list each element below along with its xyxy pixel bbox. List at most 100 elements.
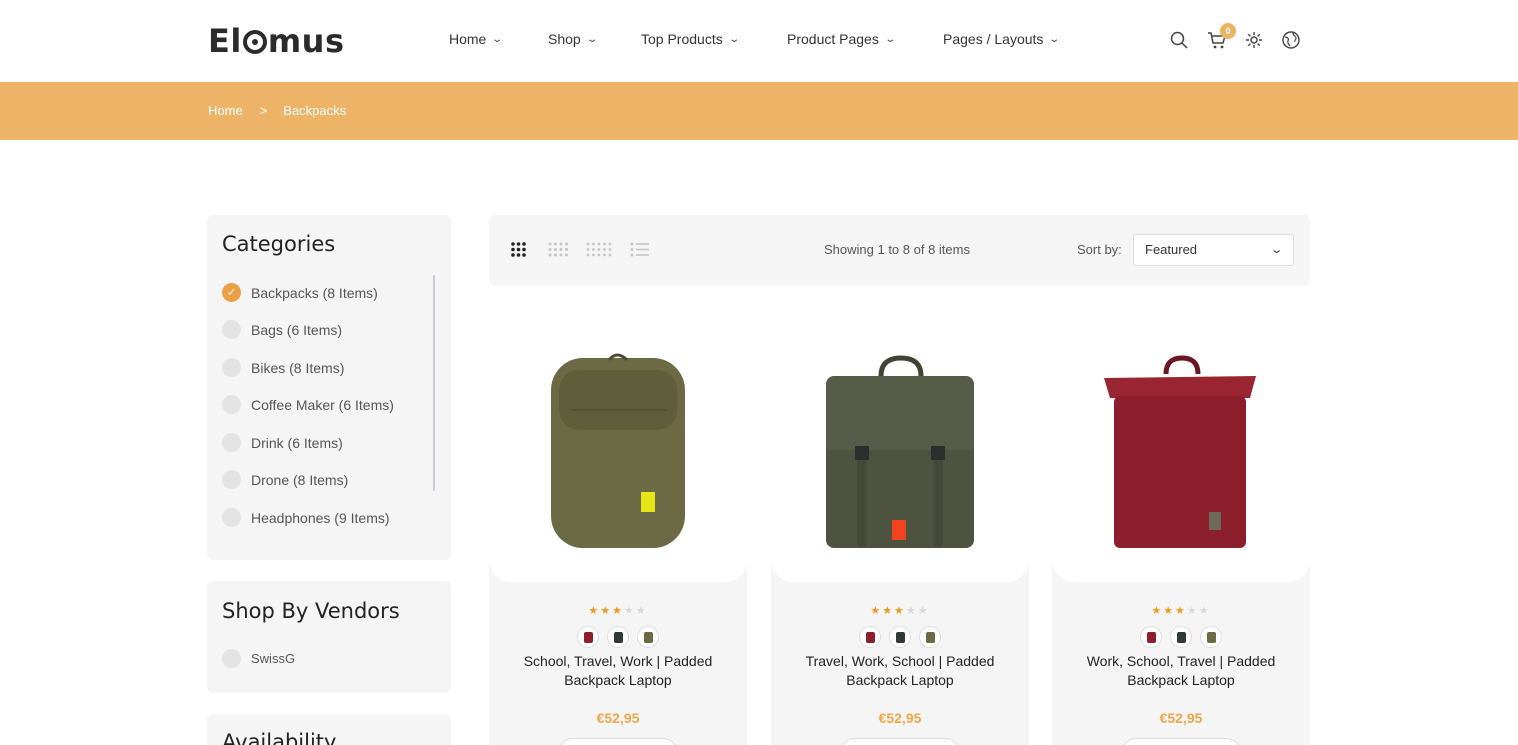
logo-text-end: mus bbox=[267, 22, 345, 60]
category-item-drone[interactable]: Drone (8 Items) bbox=[222, 470, 348, 489]
product-title[interactable]: School, Travel, Work | Padded Backpack L… bbox=[509, 652, 727, 690]
grid-3-icon[interactable] bbox=[511, 242, 526, 262]
search-icon[interactable] bbox=[1168, 29, 1190, 51]
swatch-olive[interactable] bbox=[919, 626, 941, 648]
availability-title: Availability bbox=[222, 730, 337, 745]
nav-label: Home bbox=[449, 31, 487, 47]
color-swatches bbox=[1052, 626, 1310, 648]
vendor-item-swissg[interactable]: SwissG bbox=[222, 649, 295, 668]
product-title[interactable]: Work, School, Travel | Padded Backpack L… bbox=[1072, 652, 1290, 690]
rating-stars: ★★★★★ bbox=[870, 605, 930, 617]
site-header: El mus Home ⌄ Shop ⌄ Top Products ⌄ Product … bbox=[0, 0, 1518, 82]
sort-label: Sort by: bbox=[1077, 242, 1122, 257]
radio-icon bbox=[222, 320, 241, 339]
category-item-backpacks[interactable]: ✓ Backpacks (8 Items) bbox=[222, 283, 378, 302]
sort-value: Featured bbox=[1145, 242, 1198, 257]
vendor-label: SwissG bbox=[251, 651, 296, 666]
product-price: €52,95 bbox=[1159, 710, 1203, 726]
results-count: Showing 1 to 8 of 8 items bbox=[824, 242, 970, 257]
swatch-olive[interactable] bbox=[1200, 626, 1222, 648]
radio-icon bbox=[222, 470, 241, 489]
nav-label: Shop bbox=[548, 31, 581, 47]
swatch-dark[interactable] bbox=[889, 626, 911, 648]
category-label: Headphones (9 Items) bbox=[251, 509, 390, 526]
vendors-title: Shop By Vendors bbox=[222, 599, 400, 623]
category-item-bikes[interactable]: Bikes (8 Items) bbox=[222, 358, 344, 377]
list-icon[interactable] bbox=[630, 242, 649, 262]
chevron-down-icon: ⌄ bbox=[884, 33, 896, 45]
category-label: Coffee Maker (6 Items) bbox=[251, 396, 394, 413]
chevron-down-icon: ⌄ bbox=[1269, 244, 1284, 256]
category-label: Backpacks (8 Items) bbox=[251, 284, 378, 301]
logo-text-start: El bbox=[208, 22, 242, 60]
product-card[interactable]: ★★★★★ Work, School, Travel | Padded Back… bbox=[1052, 300, 1310, 745]
product-card[interactable]: ★★★★★ Travel, Work, School | Padded Back… bbox=[771, 300, 1029, 745]
product-image[interactable] bbox=[489, 300, 747, 582]
nav-product-pages[interactable]: Product Pages ⌄ bbox=[787, 31, 896, 47]
radio-icon bbox=[222, 649, 241, 668]
swatch-red[interactable] bbox=[859, 626, 881, 648]
grid-5-icon[interactable] bbox=[586, 242, 612, 262]
product-toolbar: Showing 1 to 8 of 8 items Sort by: Featu… bbox=[489, 215, 1310, 286]
site-logo[interactable]: El mus bbox=[208, 22, 345, 60]
breadcrumb-bar: Home > Backpacks bbox=[0, 82, 1518, 140]
chevron-down-icon: ⌄ bbox=[728, 33, 740, 45]
nav-top-products[interactable]: Top Products ⌄ bbox=[641, 31, 740, 47]
swatch-red[interactable] bbox=[577, 626, 599, 648]
settings-icon[interactable] bbox=[1243, 29, 1265, 51]
nav-shop[interactable]: Shop ⌄ bbox=[548, 31, 598, 47]
breadcrumb-home[interactable]: Home bbox=[208, 103, 243, 118]
checked-icon: ✓ bbox=[222, 283, 241, 302]
radio-icon bbox=[222, 433, 241, 452]
chevron-down-icon: ⌄ bbox=[586, 33, 598, 45]
category-label: Drone (8 Items) bbox=[251, 471, 349, 488]
product-image[interactable] bbox=[1052, 300, 1310, 582]
radio-icon bbox=[222, 395, 241, 414]
swatch-dark[interactable] bbox=[607, 626, 629, 648]
breadcrumb: Home > Backpacks bbox=[208, 103, 346, 118]
product-card[interactable]: ★★★★★ School, Travel, Work | Padded Back… bbox=[489, 300, 747, 745]
add-to-cart-button[interactable] bbox=[840, 738, 960, 745]
product-price: €52,95 bbox=[596, 710, 640, 726]
product-price: €52,95 bbox=[878, 710, 922, 726]
color-swatches bbox=[771, 626, 1029, 648]
add-to-cart-button[interactable] bbox=[1121, 738, 1241, 745]
product-title[interactable]: Travel, Work, School | Padded Backpack L… bbox=[791, 652, 1009, 690]
radio-icon bbox=[222, 358, 241, 377]
category-scrollbar[interactable] bbox=[433, 275, 435, 491]
add-to-cart-button[interactable] bbox=[558, 738, 678, 745]
sort-select[interactable]: Featured ⌄ bbox=[1133, 234, 1294, 266]
nav-home[interactable]: Home ⌄ bbox=[449, 31, 504, 47]
nav-pages-layouts[interactable]: Pages / Layouts ⌄ bbox=[943, 31, 1061, 47]
category-item-headphones[interactable]: Headphones (9 Items) bbox=[222, 508, 390, 527]
availability-panel: Availability bbox=[207, 714, 451, 745]
category-item-drink[interactable]: Drink (6 Items) bbox=[222, 433, 343, 452]
nav-label: Top Products bbox=[641, 31, 723, 47]
nav-label: Pages / Layouts bbox=[943, 31, 1044, 47]
categories-title: Categories bbox=[222, 232, 336, 256]
category-item-bags[interactable]: Bags (6 Items) bbox=[222, 320, 342, 339]
breadcrumb-separator: > bbox=[259, 103, 268, 118]
product-image[interactable] bbox=[771, 300, 1029, 582]
vendors-panel: Shop By Vendors SwissG bbox=[207, 581, 451, 693]
logo-gear-icon bbox=[242, 30, 267, 54]
swatch-olive[interactable] bbox=[637, 626, 659, 648]
grid-4-icon[interactable] bbox=[548, 242, 569, 262]
rating-stars: ★★★★★ bbox=[588, 605, 648, 617]
chevron-down-icon: ⌄ bbox=[491, 33, 504, 45]
swatch-red[interactable] bbox=[1140, 626, 1162, 648]
nav-label: Product Pages bbox=[787, 31, 879, 47]
color-swatches bbox=[489, 626, 747, 648]
category-label: Bags (6 Items) bbox=[251, 321, 343, 338]
chevron-down-icon: ⌄ bbox=[1048, 33, 1061, 45]
swatch-dark[interactable] bbox=[1170, 626, 1192, 648]
cart-icon[interactable]: 0 bbox=[1206, 23, 1236, 51]
globe-icon[interactable] bbox=[1280, 29, 1302, 51]
radio-icon bbox=[222, 508, 241, 527]
rating-stars: ★★★★★ bbox=[1151, 605, 1211, 617]
cart-count-badge: 0 bbox=[1220, 23, 1236, 39]
breadcrumb-current: Backpacks bbox=[283, 103, 347, 118]
category-item-coffee-maker[interactable]: Coffee Maker (6 Items) bbox=[222, 395, 394, 414]
category-label: Drink (6 Items) bbox=[251, 434, 343, 451]
category-label: Bikes (8 Items) bbox=[251, 359, 345, 376]
